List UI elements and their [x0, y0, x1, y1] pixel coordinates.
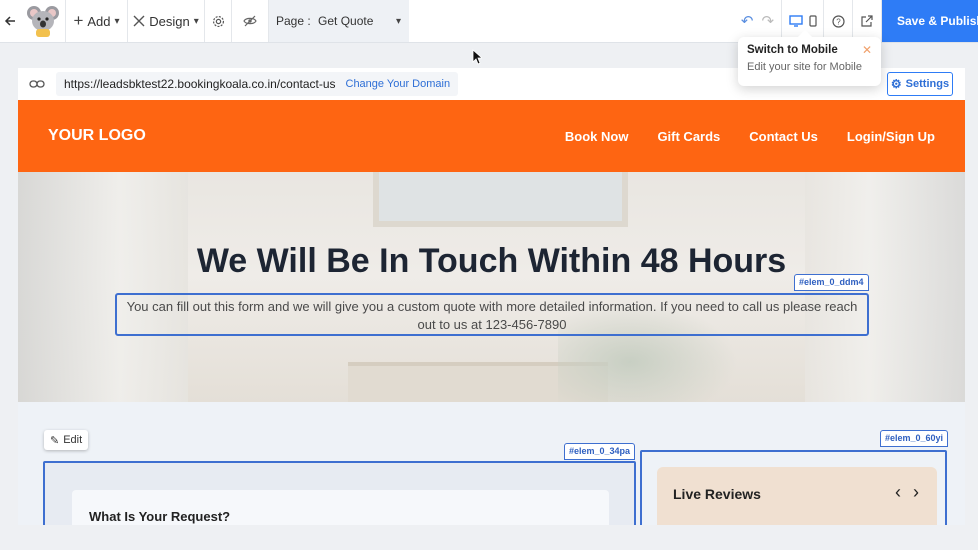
tooltip-text: Edit your site for Mobile: [747, 61, 862, 73]
element-tag[interactable]: #elem_0_34pa: [564, 443, 636, 460]
chevron-down-icon: ▾: [395, 15, 401, 27]
tooltip-title: Switch to Mobile: [747, 44, 838, 56]
change-domain-link[interactable]: Change Your Domain: [346, 78, 451, 90]
hero-background-curtain: [18, 172, 188, 402]
chevron-right-icon[interactable]: ›: [913, 482, 919, 503]
edit-section-button[interactable]: ✎ Edit: [44, 430, 89, 450]
add-label: Add: [87, 13, 111, 29]
edit-label: Edit: [63, 434, 83, 446]
close-icon[interactable]: ✕: [862, 43, 872, 57]
design-tools-icon: [133, 15, 145, 27]
chevron-down-icon: ▾: [114, 15, 120, 27]
design-label: Design: [149, 13, 190, 29]
mouse-cursor-icon: [472, 49, 482, 65]
chevron-left-icon[interactable]: ‹: [895, 482, 901, 503]
reviews-block[interactable]: Live Reviews ‹ ›: [640, 450, 947, 525]
hero-background-window: [373, 172, 628, 227]
gear-icon: ⚙: [890, 77, 902, 91]
reviews-card: Live Reviews ‹ ›: [657, 467, 937, 525]
external-link-icon: [861, 15, 873, 27]
site-url: https://leadsbktest22.bookingkoala.co.in…: [64, 77, 336, 91]
koala-logo-icon: [26, 6, 59, 37]
redo-icon[interactable]: ↷: [762, 12, 775, 30]
plus-icon: +: [73, 11, 84, 30]
arrow-left-icon: [4, 16, 15, 26]
mobile-icon[interactable]: [808, 15, 817, 27]
nav-gift-cards[interactable]: Gift Cards: [657, 129, 720, 144]
gear-icon: [212, 15, 224, 27]
page-selector[interactable]: Page : Get Quote ▾: [269, 0, 409, 42]
svg-text:?: ?: [836, 17, 841, 26]
page-prefix: Page :: [276, 14, 311, 28]
site-settings-button[interactable]: ⚙ Settings: [887, 72, 953, 96]
switch-mobile-tooltip: Switch to Mobile Edit your site for Mobi…: [738, 29, 881, 86]
form-card: What Is Your Request?: [72, 490, 609, 525]
hero-section[interactable]: We Will Be In Touch Within 48 Hours #ele…: [18, 172, 965, 402]
pencil-icon: ✎: [50, 434, 60, 447]
site-header[interactable]: YOUR LOGO Book Now Gift Cards Contact Us…: [18, 100, 965, 172]
nav-contact-us[interactable]: Contact Us: [749, 129, 818, 144]
save-publish-label: Save & Publish: [897, 14, 978, 28]
form-question: What Is Your Request?: [89, 509, 231, 524]
chevron-down-icon: ▾: [193, 15, 199, 27]
design-menu-button[interactable]: Design ▾: [128, 0, 205, 42]
quote-form-block[interactable]: What Is Your Request?: [43, 461, 636, 525]
eye-slash-icon: [243, 15, 257, 27]
settings-label: Settings: [905, 78, 950, 90]
url-field: https://leadsbktest22.bookingkoala.co.in…: [56, 72, 459, 96]
undo-redo-group: ↶ ↷: [734, 0, 782, 42]
undo-icon[interactable]: ↶: [741, 12, 754, 30]
nav-login-signup[interactable]: Login/Sign Up: [847, 129, 935, 144]
site-canvas: https://leadsbktest22.bookingkoala.co.in…: [18, 68, 965, 525]
desktop-icon[interactable]: [788, 15, 803, 27]
site-logo[interactable]: YOUR LOGO: [48, 127, 146, 145]
koala-logo[interactable]: [20, 0, 66, 42]
nav-book-now[interactable]: Book Now: [565, 129, 629, 144]
page-settings-button[interactable]: [205, 0, 232, 42]
help-button[interactable]: ?: [824, 0, 853, 42]
reviews-nav: ‹ ›: [895, 482, 919, 503]
add-menu-button[interactable]: + Add ▾: [66, 0, 128, 42]
open-site-button[interactable]: [853, 0, 882, 42]
hero-subtitle[interactable]: You can fill out this form and we will g…: [115, 293, 869, 336]
site-nav: Book Now Gift Cards Contact Us Login/Sig…: [565, 129, 935, 144]
form-section: ✎ Edit #elem_0_34pa What Is Your Request…: [18, 402, 965, 525]
element-tag[interactable]: #elem_0_60yi: [880, 430, 949, 447]
preview-toggle-button[interactable]: [232, 0, 269, 42]
link-icon: [18, 79, 56, 89]
help-icon: ?: [831, 14, 845, 28]
element-tag[interactable]: #elem_0_ddm4: [794, 274, 869, 291]
reviews-title: Live Reviews: [673, 486, 761, 502]
save-publish-button[interactable]: Save & Publish: [882, 0, 978, 42]
page-value: Get Quote: [318, 14, 374, 28]
back-button[interactable]: [0, 0, 20, 42]
